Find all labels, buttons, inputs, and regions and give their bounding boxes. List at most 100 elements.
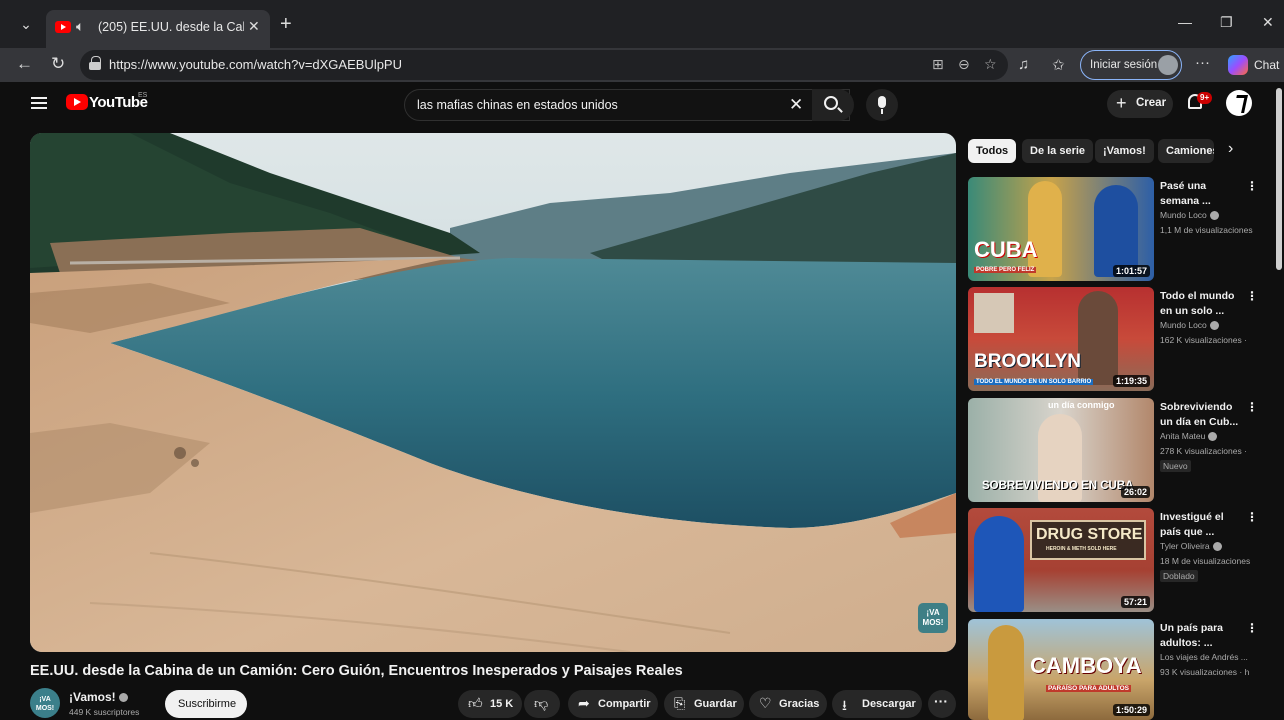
thumbnail-title: SOBREVIVIENDO EN CUBA [982, 480, 1134, 492]
youtube-logo-icon[interactable] [66, 94, 88, 110]
address-bar[interactable]: https://www.youtube.com/watch?v=dXGAEBUl… [80, 50, 1008, 80]
subscribe-button[interactable]: Suscribirme [165, 690, 247, 718]
reload-icon[interactable]: ↻ [51, 54, 65, 74]
restore-icon[interactable]: ❐ [1220, 14, 1233, 31]
rec-channel-name[interactable]: Mundo Loco [1160, 210, 1207, 220]
rec-channel[interactable]: Mundo Loco [1160, 210, 1219, 221]
back-icon[interactable]: ← [16, 54, 33, 74]
search-icon [824, 96, 838, 110]
guide-menu-icon[interactable] [31, 97, 47, 109]
kebab-menu-icon[interactable]: ⋮ [1246, 621, 1258, 635]
video-player[interactable]: ¡VA MOS! [30, 133, 956, 652]
rec-channel[interactable]: Mundo Loco [1160, 320, 1219, 331]
zoom-icon[interactable]: ⊖ [958, 56, 970, 73]
search-input[interactable]: las mafias chinas en estados unidos ✕ [404, 89, 850, 121]
chip-de-la-serie[interactable]: De la serie [1022, 139, 1094, 163]
search-query[interactable]: las mafias chinas en estados unidos [417, 98, 618, 112]
chip-camiones[interactable]: Camiones [1158, 139, 1214, 163]
rec-channel-name[interactable]: Mundo Loco [1160, 320, 1207, 330]
recommendation-item[interactable]: CUBA POBRE PERO FELIZ 1:01:57 Pasé una s… [968, 177, 1258, 283]
create-label: Crear [1136, 97, 1167, 109]
rec-title[interactable]: Todo el mundo en un solo ... [1160, 289, 1242, 319]
extensions-icon[interactable]: ♫ [1018, 56, 1029, 73]
rec-channel[interactable]: Los viajes de Andrés ... [1160, 652, 1248, 662]
recommendation-item[interactable]: BROOKLYN TODO EL MUNDO EN UN SOLO BARRIO… [968, 287, 1258, 393]
rec-channel[interactable]: Anita Mateu [1160, 431, 1218, 442]
url-text[interactable]: https://www.youtube.com/watch?v=dXGAEBUl… [109, 57, 402, 72]
channel-name-text[interactable]: ¡Vamos! [69, 690, 116, 704]
create-button[interactable]: + Crear [1107, 90, 1173, 118]
video-thumbnail[interactable]: BROOKLYN TODO EL MUNDO EN UN SOLO BARRIO… [968, 287, 1154, 391]
minimize-icon[interactable]: — [1178, 14, 1192, 30]
dislike-button[interactable]: 👎︎ [524, 690, 560, 718]
copilot-icon[interactable] [1228, 55, 1248, 75]
app-available-icon[interactable]: ⊞ [932, 56, 944, 73]
channel-watermark[interactable]: ¡VA MOS! [918, 603, 948, 633]
rec-title[interactable]: Sobreviviendo un día en Cub... [1160, 400, 1242, 430]
country-code: ES [138, 92, 148, 99]
channel-name[interactable]: ¡Vamos! [69, 690, 128, 704]
kebab-menu-icon[interactable]: ⋮ [1246, 510, 1258, 524]
thumbnail-subtitle: PARAÍSO PARA ADULTOS [1046, 685, 1132, 692]
thumbnail-subtitle: HEROIN & METH SOLD HERE [1046, 546, 1117, 552]
video-thumbnail[interactable]: CAMBOYA PARAÍSO PARA ADULTOS 1:50:29 [968, 619, 1154, 720]
rec-title[interactable]: Un país para adultos: ... [1160, 621, 1242, 651]
kebab-menu-icon[interactable]: ⋮ [1246, 400, 1258, 414]
recommendation-item[interactable]: DRUG STORE HEROIN & METH SOLD HERE 57:21… [968, 508, 1258, 614]
bookmark-icon: ⎘ [674, 695, 686, 711]
signin-button[interactable]: Iniciar sesión [1080, 50, 1182, 80]
thanks-button[interactable]: ♡ Gracias [749, 690, 827, 718]
chip-vamos[interactable]: ¡Vamos! [1095, 139, 1154, 163]
video-thumbnail[interactable]: DRUG STORE HEROIN & METH SOLD HERE 57:21 [968, 508, 1154, 612]
favorite-star-icon[interactable]: ☆ [984, 56, 997, 73]
account-avatar[interactable] [1226, 90, 1252, 116]
video-thumbnail[interactable]: un día conmigo SOBREVIVIENDO EN CUBA 26:… [968, 398, 1154, 502]
close-tab-icon[interactable]: ✕ [248, 18, 260, 35]
lock-icon[interactable] [89, 56, 101, 70]
recommendation-item[interactable]: CAMBOYA PARAÍSO PARA ADULTOS 1:50:29 Un … [968, 619, 1258, 720]
page-scrollbar[interactable] [1276, 88, 1282, 270]
more-horizontal-icon: ··· [934, 693, 948, 709]
rec-channel-name[interactable]: Tyler Oliveira [1160, 541, 1210, 551]
video-frame-landscape [30, 133, 956, 652]
clear-search-icon[interactable]: ✕ [789, 95, 803, 115]
more-actions-button[interactable]: ··· [928, 690, 956, 718]
save-label: Guardar [694, 698, 737, 710]
subscriber-count: 449 K suscriptores [69, 707, 140, 717]
browser-tab-bar: ⌄ 🔈︎ (205) EE.UU. desde la Cabina d ✕ + … [0, 0, 1284, 48]
speaker-icon[interactable]: 🔈︎ [76, 18, 84, 35]
rec-views: 93 K visualizaciones · h [1160, 667, 1250, 677]
thumbnail-title: BROOKLYN [974, 351, 1081, 372]
share-button[interactable]: ➦ Compartir [568, 690, 658, 718]
duration-badge: 1:01:57 [1112, 265, 1150, 277]
download-button[interactable]: ⭳ Descargar [832, 690, 922, 718]
favorites-icon[interactable]: ✩ [1052, 56, 1065, 74]
browser-tab-active[interactable]: 🔈︎ (205) EE.UU. desde la Cabina d ✕ [46, 10, 270, 48]
voice-search-mic-icon[interactable] [866, 89, 898, 121]
chat-label[interactable]: Chat [1254, 58, 1279, 72]
close-window-icon[interactable]: ✕ [1262, 14, 1274, 31]
video-thumbnail[interactable]: CUBA POBRE PERO FELIZ 1:01:57 [968, 177, 1154, 281]
rec-title[interactable]: Pasé una semana ... [1160, 179, 1242, 209]
more-menu-icon[interactable]: ··· [1195, 54, 1210, 71]
chip-todos[interactable]: Todos [968, 139, 1017, 163]
youtube-masthead: YouTube ES las mafias chinas en estados … [0, 82, 1284, 128]
video-title: EE.UU. desde la Cabina de un Camión: Cer… [30, 663, 683, 679]
save-button[interactable]: ⎘ Guardar [664, 690, 744, 718]
chevron-right-icon[interactable]: › [1228, 140, 1233, 158]
youtube-favicon-icon [55, 21, 71, 33]
channel-avatar[interactable]: ¡VA MOS! [30, 688, 60, 718]
recommendation-item[interactable]: un día conmigo SOBREVIVIENDO EN CUBA 26:… [968, 398, 1258, 504]
new-tab-icon[interactable]: + [280, 13, 292, 36]
rec-channel[interactable]: Tyler Oliveira [1160, 541, 1222, 552]
thumbnail-subtitle: un día conmigo [1048, 400, 1115, 410]
search-button[interactable] [812, 89, 854, 121]
verified-icon [118, 693, 128, 703]
rec-channel-name[interactable]: Anita Mateu [1160, 431, 1205, 441]
tab-title: (205) EE.UU. desde la Cabina d [98, 20, 244, 34]
tab-list-chevron-icon[interactable]: ⌄ [14, 16, 38, 38]
kebab-menu-icon[interactable]: ⋮ [1246, 179, 1258, 193]
like-button[interactable]: 👍︎ 15 K [458, 690, 522, 718]
kebab-menu-icon[interactable]: ⋮ [1246, 289, 1258, 303]
rec-title[interactable]: Investigué el país que ... [1160, 510, 1242, 540]
